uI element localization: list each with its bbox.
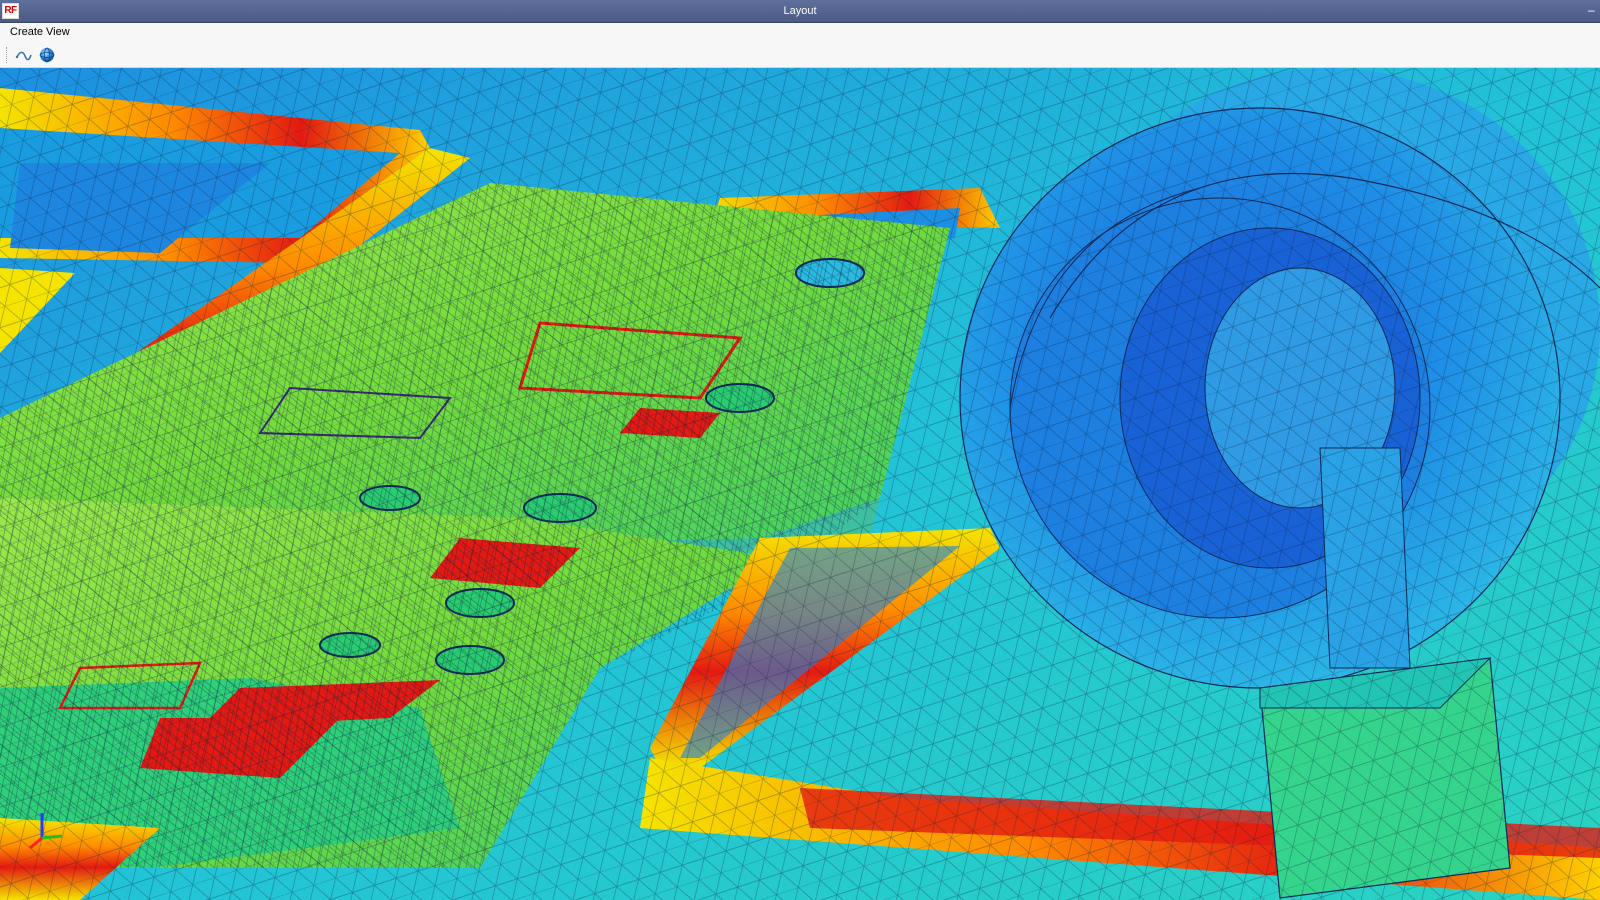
mesh-field-plot[interactable]	[0, 68, 1600, 900]
curve-tool-icon[interactable]	[14, 45, 34, 65]
sphere-tool-icon[interactable]	[37, 45, 57, 65]
menu-create[interactable]: Create	[10, 26, 43, 38]
menu-view[interactable]: View	[46, 26, 70, 38]
minimize-icon[interactable]: –	[1588, 2, 1600, 20]
window-title: Layout	[783, 5, 817, 17]
menu-bar: Create View	[0, 23, 1600, 43]
toolbar-grip[interactable]	[6, 47, 10, 63]
3d-viewport[interactable]	[0, 68, 1600, 900]
title-bar: RF Layout –	[0, 0, 1600, 23]
toolbar	[0, 43, 1600, 68]
